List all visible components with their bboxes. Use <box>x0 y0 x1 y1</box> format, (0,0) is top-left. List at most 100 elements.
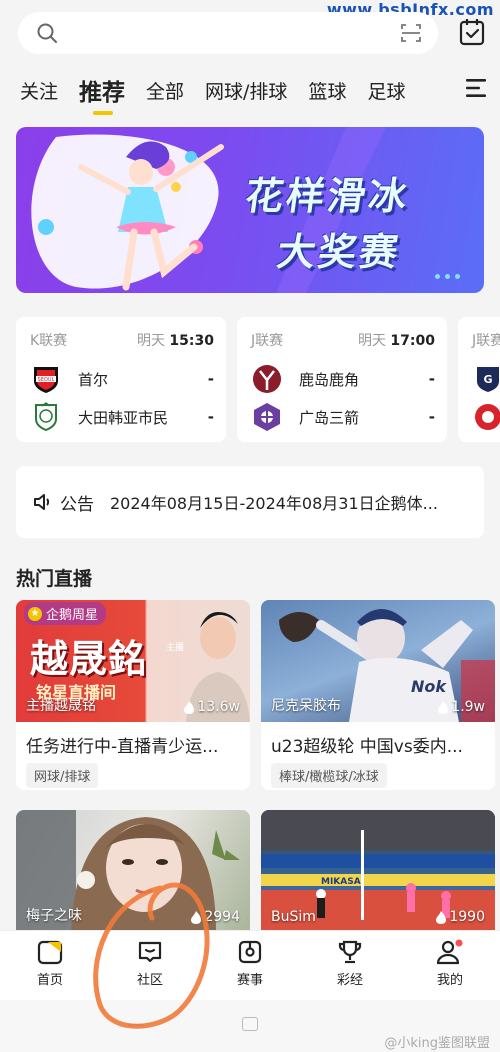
live-tag[interactable]: 棒球/橄榄球/冰球 <box>271 763 387 788</box>
system-home-button[interactable] <box>242 1017 258 1031</box>
star-icon: ★ <box>28 606 42 621</box>
profile-icon <box>436 939 463 965</box>
live-card[interactable]: 梅子之味 2994 <box>16 810 250 932</box>
match-card[interactable]: K联赛 明天 15:30 SEOUL 首尔 - 大田韩亚市民 - <box>16 317 226 442</box>
promo-big-text: 越晟銘 <box>30 637 148 681</box>
match-league: K联赛 <box>30 333 68 349</box>
team-logo-icon: G <box>477 367 499 392</box>
view-count-text: 1990 <box>449 909 485 925</box>
live-badge: ★ 企鹅周星 <box>24 602 107 625</box>
team-row: 广岛三箭 - <box>251 398 435 436</box>
match-card[interactable]: J联赛 明天 17:00 鹿岛鹿角 - 广岛三箭 - <box>237 317 447 442</box>
tab-tennis-volleyball[interactable]: 网球/排球 <box>205 77 287 104</box>
view-count: 13.6w <box>184 699 240 715</box>
live-thumbnail: 梅子之味 2994 <box>16 810 250 932</box>
scan-icon[interactable] <box>400 22 422 44</box>
team-logo-icon <box>475 404 500 430</box>
bottom-navigation: 首页 社区 赛事 彩经 我的 <box>0 930 500 1000</box>
svg-text:G: G <box>483 373 492 386</box>
nav-community-label: 社区 <box>136 973 163 988</box>
search-input[interactable] <box>18 12 438 54</box>
view-count: 1.9w <box>438 699 485 715</box>
live-thumbnail: Nok 尼克呆胶布 1.9w <box>261 600 495 722</box>
streamer-name: BuSim <box>271 909 316 925</box>
trophy-icon <box>338 940 362 964</box>
search-row <box>18 12 488 54</box>
nav-events-label: 赛事 <box>236 973 263 988</box>
weibo-watermark: @小king鉴图联盟 <box>384 1036 490 1051</box>
live-title: 任务进行中-直播青少运... <box>26 737 219 757</box>
view-count: 1990 <box>436 909 485 925</box>
hiroshima-logo-icon <box>254 403 280 431</box>
section-title-hot-live: 热门直播 <box>16 568 93 590</box>
tab-following[interactable]: 关注 <box>20 77 58 104</box>
banner-title-line1: 花样滑冰 <box>242 174 413 218</box>
tab-basketball[interactable]: 篮球 <box>308 77 346 104</box>
team-row: 鹿岛鹿角 - <box>251 360 435 398</box>
match-card[interactable]: J联赛 G <box>458 317 500 442</box>
announcement-text: 2024年08月15日-2024年08月31日企鹅体... <box>110 494 438 513</box>
team-name: 广岛三箭 <box>299 408 360 427</box>
match-league: J联赛 <box>251 333 284 349</box>
match-carousel: K联赛 明天 15:30 SEOUL 首尔 - 大田韩亚市民 - J联赛 明天 17… <box>16 317 500 442</box>
team-score: - <box>428 408 435 426</box>
live-card[interactable]: MIKASA BuSim 1990 <box>261 810 495 932</box>
nav-home[interactable]: 首页 <box>20 939 80 988</box>
promo-banner[interactable]: 花样滑冰 大奖赛 <box>16 127 484 293</box>
tab-recommended[interactable]: 推荐 <box>79 73 125 115</box>
streamer-name: 主播越晟铭 <box>26 698 96 714</box>
view-count-text: 2994 <box>204 909 240 925</box>
view-count-text: 13.6w <box>197 699 240 715</box>
nav-profile[interactable]: 我的 <box>420 939 480 988</box>
team-score: - <box>207 370 214 388</box>
nav-events[interactable]: 赛事 <box>220 939 280 988</box>
view-count: 2994 <box>191 909 240 925</box>
category-tabs: 关注 推荐 全部 网球/排球 篮球 足球 <box>20 70 490 115</box>
match-day: 明天 <box>357 333 386 349</box>
system-back-button[interactable] <box>128 1024 144 1026</box>
match-day: 明天 <box>136 333 165 349</box>
chat-bubble-icon <box>138 941 162 963</box>
live-card[interactable]: ★ 企鹅周星 越晟銘 铭星直播间 主播 主播越晟铭 13.6w 任务进行中-直播… <box>16 600 250 790</box>
nav-profile-label: 我的 <box>436 973 463 988</box>
view-count-text: 1.9w <box>451 699 485 715</box>
team-row: G <box>472 360 500 398</box>
team-name: 大田韩亚市民 <box>78 408 169 427</box>
live-thumbnail: MIKASA BuSim 1990 <box>261 810 495 932</box>
flame-icon <box>184 700 195 714</box>
calendar-check-icon[interactable] <box>456 16 488 48</box>
team-row: SEOUL 首尔 - <box>30 360 214 398</box>
badge-label: 企鹅周星 <box>46 608 99 623</box>
flame-icon <box>191 910 202 924</box>
menu-icon[interactable] <box>466 78 488 98</box>
seoul-logo-icon: SEOUL <box>34 367 58 393</box>
flame-icon <box>436 910 447 924</box>
banner-pager <box>435 274 460 279</box>
court-board-text: MIKASA <box>321 877 361 887</box>
team-name: 首尔 <box>78 370 109 389</box>
live-card[interactable]: Nok 尼克呆胶布 1.9w u23超级轮 中国vs委内... 棒球/橄榄球/冰… <box>261 600 495 790</box>
live-thumbnail: ★ 企鹅周星 越晟銘 铭星直播间 主播 主播越晟铭 13.6w <box>16 600 250 722</box>
scoreboard-icon <box>238 940 262 964</box>
team-name: 鹿岛鹿角 <box>299 370 360 389</box>
live-title: u23超级轮 中国vs委内... <box>271 737 463 757</box>
tab-football[interactable]: 足球 <box>367 77 405 104</box>
flame-icon <box>438 700 449 714</box>
live-tag[interactable]: 网球/排球 <box>26 763 99 788</box>
match-time: 15:30 <box>169 333 214 349</box>
nav-tips[interactable]: 彩经 <box>320 939 380 988</box>
nav-tips-label: 彩经 <box>336 973 363 988</box>
team-row <box>472 398 500 436</box>
tab-all[interactable]: 全部 <box>146 77 184 104</box>
nav-community[interactable]: 社区 <box>120 939 180 988</box>
svg-text:SEOUL: SEOUL <box>38 377 55 383</box>
team-score: - <box>428 370 435 388</box>
search-icon <box>37 23 57 43</box>
streamer-name: 尼克呆胶布 <box>271 698 341 714</box>
announcement-bar[interactable]: 公告 2024年08月15日-2024年08月31日企鹅体... <box>16 466 484 538</box>
speaker-icon <box>34 494 50 510</box>
banner-title-line2: 大奖赛 <box>274 230 404 274</box>
streamer-name: 梅子之味 <box>26 908 82 924</box>
kashima-logo-icon <box>253 365 281 393</box>
team-row: 大田韩亚市民 - <box>30 398 214 436</box>
